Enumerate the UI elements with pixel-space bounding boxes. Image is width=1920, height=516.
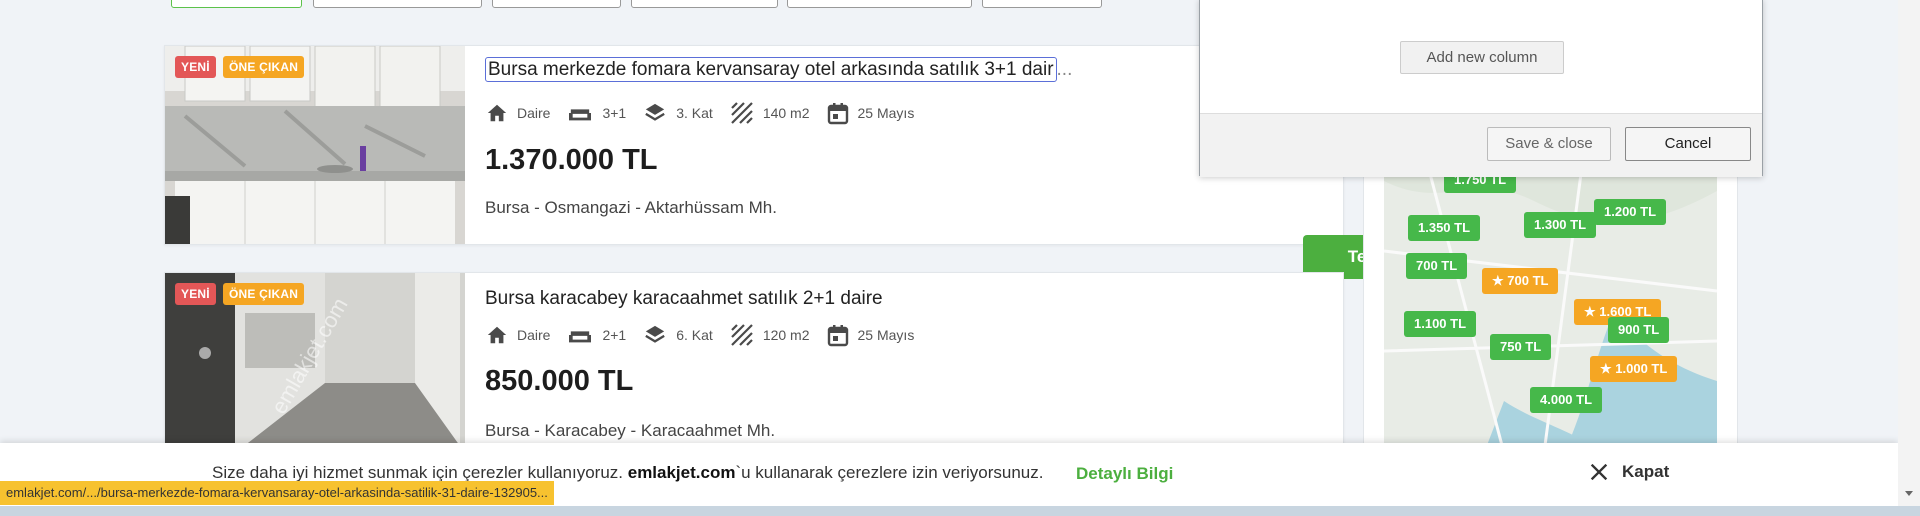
- dialog-footer: Save & close Cancel: [1200, 113, 1762, 177]
- bottom-strip: [0, 506, 1920, 516]
- map-price-pin[interactable]: 700 TL: [1406, 253, 1468, 279]
- pin-label: 1.000 TL: [1615, 361, 1668, 376]
- meta-area: 140 m2: [729, 101, 810, 125]
- save-close-button[interactable]: Save & close: [1487, 127, 1611, 161]
- meta-floor-label: 3. Kat: [676, 105, 713, 121]
- filter-chip[interactable]: [982, 0, 1102, 8]
- meta-date-label: 25 Mayıs: [857, 327, 915, 343]
- listing-price: 850.000 TL: [485, 365, 634, 397]
- listing-meta: Daire 3+1 3. Kat 140 m2 25 Mayıs: [485, 101, 930, 125]
- home-icon: [487, 104, 507, 122]
- sofa-icon: [569, 331, 592, 343]
- layers-icon: [645, 325, 665, 343]
- meta-type: Daire: [485, 324, 550, 346]
- meta-rooms-label: 3+1: [602, 105, 627, 121]
- new-badge: YENİ: [175, 56, 216, 78]
- filter-chip[interactable]: [492, 0, 621, 8]
- filter-chip[interactable]: [313, 0, 482, 8]
- meta-rooms: 2+1: [566, 324, 626, 346]
- filter-chip[interactable]: [787, 0, 972, 8]
- home-icon: [487, 326, 507, 344]
- meta-floor: 3. Kat: [642, 102, 713, 124]
- map-price-pin[interactable]: 900 TL: [1608, 317, 1670, 343]
- featured-badge: ÖNE ÇIKAN: [223, 56, 305, 78]
- featured-badge: ÖNE ÇIKAN: [223, 283, 305, 305]
- vertical-scrollbar[interactable]: [1898, 0, 1920, 506]
- calendar-icon: [827, 103, 848, 125]
- status-url: emlakjet.com/.../bursa-merkezde-fomara-k…: [0, 481, 554, 505]
- close-icon: [1590, 463, 1608, 481]
- listing-location: Bursa - Osmangazi - Aktarhüssam Mh.: [485, 198, 777, 217]
- column-dialog: Add new column Save & close Cancel: [1199, 0, 1763, 177]
- map-price-pin[interactable]: 750 TL: [1490, 334, 1552, 360]
- scroll-down-icon[interactable]: [1898, 487, 1920, 501]
- meta-rooms: 3+1: [566, 102, 626, 124]
- listing-price: 1.370.000 TL: [485, 144, 658, 176]
- filter-chip[interactable]: [631, 0, 778, 8]
- cookie-text-after: `u kullanarak çerezlere izin veriyorsunu…: [735, 463, 1044, 482]
- cookie-close-button[interactable]: Kapat: [1588, 461, 1669, 483]
- meta-date: 25 Mayıs: [826, 323, 915, 347]
- meta-rooms-label: 2+1: [602, 327, 627, 343]
- meta-type: Daire: [485, 102, 550, 124]
- meta-area: 120 m2: [729, 323, 810, 347]
- listing-photo[interactable]: YENİ ÖNE ÇIKAN emlakjet.com: [165, 273, 465, 451]
- filter-chip[interactable]: [171, 0, 302, 8]
- map-featured-pin[interactable]: ★ 700 TL: [1482, 268, 1559, 294]
- listing-card[interactable]: YENİ ÖNE ÇIKAN emlakjet.com Bursa karaca…: [164, 272, 1344, 452]
- map-featured-pin[interactable]: ★ 1.000 TL: [1590, 356, 1678, 382]
- meta-type-label: Daire: [517, 327, 551, 343]
- pin-label: 700 TL: [1507, 273, 1549, 288]
- title-ellipsis: ...: [1056, 59, 1073, 80]
- cookie-more-link[interactable]: Detaylı Bilgi: [1076, 464, 1173, 484]
- listing-title[interactable]: Bursa merkezde fomara kervansaray otel a…: [485, 57, 1073, 82]
- add-column-button[interactable]: Add new column: [1400, 41, 1564, 74]
- meta-floor-label: 6. Kat: [676, 327, 713, 343]
- cookie-text: Size daha iyi hizmet sunmak için çerezle…: [212, 463, 1044, 483]
- map-price-pin[interactable]: 1.200 TL: [1594, 199, 1667, 225]
- area-icon: [731, 102, 753, 124]
- listing-meta: Daire 2+1 6. Kat 120 m2 25 Mayıs: [485, 323, 930, 347]
- listing-photo[interactable]: YENİ ÖNE ÇIKAN: [165, 46, 465, 244]
- map-price-pin[interactable]: 1.350 TL: [1408, 215, 1481, 241]
- map-price-pin[interactable]: 4.000 TL: [1530, 387, 1603, 413]
- calendar-icon: [827, 325, 848, 347]
- listing-title[interactable]: Bursa karacabey karacaahmet satılık 2+1 …: [485, 288, 883, 310]
- listing-title-link[interactable]: Bursa merkezde fomara kervansaray otel a…: [485, 57, 1057, 82]
- listing-card[interactable]: YENİ ÖNE ÇIKAN Bursa merkezde fomara ker…: [164, 45, 1497, 279]
- meta-type-label: Daire: [517, 105, 551, 121]
- map-price-pin[interactable]: 1.100 TL: [1404, 311, 1477, 337]
- new-badge: YENİ: [175, 283, 216, 305]
- cancel-button[interactable]: Cancel: [1625, 127, 1751, 161]
- cookie-brand: emlakjet.com: [627, 463, 736, 482]
- listing-location: Bursa - Karacabey - Karacaahmet Mh.: [485, 421, 776, 440]
- meta-area-label: 120 m2: [762, 327, 810, 343]
- meta-floor: 6. Kat: [642, 324, 713, 346]
- cookie-close-label: Kapat: [1622, 462, 1670, 481]
- area-icon: [731, 324, 753, 346]
- meta-date-label: 25 Mayıs: [857, 105, 915, 121]
- cookie-text-before: Size daha iyi hizmet sunmak için çerezle…: [212, 463, 628, 482]
- map-panel[interactable]: 1.750 TL 1.350 TL 1.300 TL 1.200 TL 700 …: [1363, 150, 1738, 453]
- map-price-pin[interactable]: 1.300 TL: [1524, 212, 1597, 238]
- meta-date: 25 Mayıs: [826, 101, 915, 125]
- meta-area-label: 140 m2: [762, 105, 810, 121]
- sofa-icon: [569, 109, 592, 121]
- layers-icon: [645, 103, 665, 121]
